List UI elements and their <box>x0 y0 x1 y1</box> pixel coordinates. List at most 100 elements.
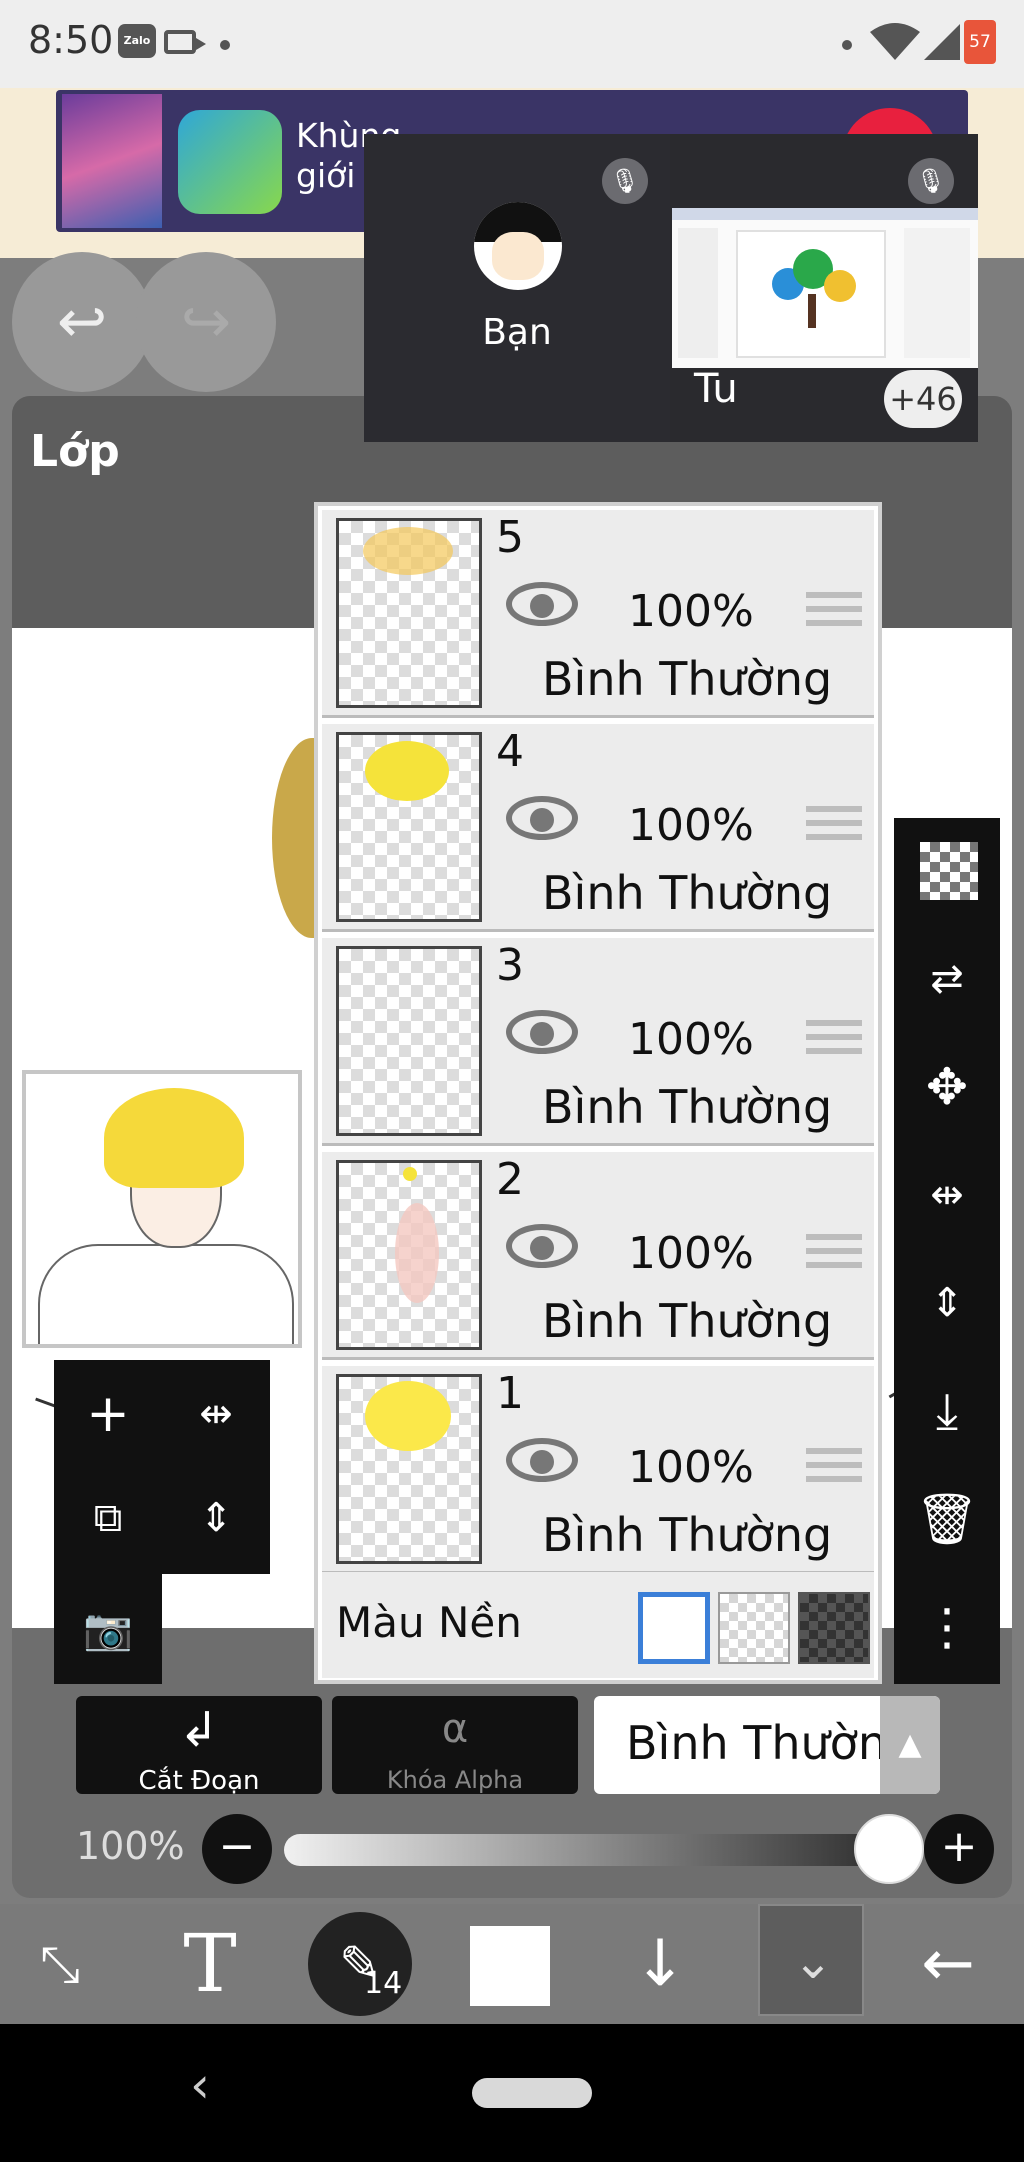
redo-button[interactable]: ↪ <box>136 252 276 392</box>
move-layer-button[interactable]: ✥ <box>894 1034 1000 1140</box>
clip-button[interactable]: ↲ Cắt Đoạn <box>76 1696 322 1796</box>
layer-opacity: 100% <box>628 1442 754 1493</box>
drag-handle-icon[interactable] <box>806 1448 862 1488</box>
camera-icon: 📷 <box>83 1607 133 1653</box>
transform-icon: ⤡ <box>40 1935 80 1993</box>
layer-thumbnail <box>336 946 482 1136</box>
nav-back-button[interactable]: ‹ <box>190 2056 210 2114</box>
layer-opacity: 100% <box>628 1014 754 1065</box>
color-picker-button[interactable] <box>470 1926 550 2006</box>
back-button[interactable]: ← <box>888 1904 1008 2024</box>
duplicate-layer-button[interactable]: ⧉ <box>58 1468 158 1568</box>
background-dark-swatch[interactable] <box>798 1592 870 1664</box>
arrow-down-icon: ↓ <box>633 1927 687 2001</box>
shared-screen-preview[interactable] <box>672 208 978 368</box>
delete-layer-button[interactable]: 🗑 <box>894 1466 1000 1572</box>
clip-arrow-icon: ↲ <box>178 1702 220 1758</box>
layer-row-2[interactable]: 2 100% Bình Thường <box>322 1152 874 1360</box>
checkerboard-icon <box>920 842 978 900</box>
undo-button[interactable]: ↩ <box>12 252 152 392</box>
flip-h-button[interactable]: ⇹ <box>894 1142 1000 1248</box>
merge-down-icon: ⤓ <box>935 1382 959 1440</box>
background-transparent-swatch[interactable] <box>718 1592 790 1664</box>
preview-hair <box>104 1088 244 1188</box>
layer-blend-mode: Bình Thường <box>542 1508 833 1562</box>
selection-transform-button[interactable]: ⤡ <box>0 1904 120 2024</box>
opacity-slider-knob[interactable] <box>854 1814 924 1884</box>
opacity-label: 100% <box>76 1824 185 1868</box>
plus-icon: + <box>86 1384 130 1444</box>
opacity-slider[interactable] <box>284 1834 924 1866</box>
blend-mode-select[interactable]: Bình Thường ▲ <box>594 1696 940 1794</box>
layer-number: 5 <box>496 512 524 563</box>
merge-down-button[interactable]: ⤓ <box>894 1358 1000 1464</box>
screen-side-panel <box>904 228 970 358</box>
alpha-lock-button[interactable]: α Khóa Alpha <box>332 1696 578 1794</box>
mic-muted-icon: 🎙 <box>908 158 954 204</box>
more-options-button[interactable]: ⋮ <box>894 1574 1000 1680</box>
layer-row-1[interactable]: 1 100% Bình Thường <box>322 1366 874 1574</box>
layer-row-5[interactable]: 5 100% Bình Thường <box>322 510 874 718</box>
visibility-eye-icon[interactable] <box>506 1224 578 1268</box>
layer-down-button[interactable]: ↓ <box>600 1904 720 2024</box>
canvas-preview <box>22 1070 302 1348</box>
flip-horizontal-icon: ⇹ <box>930 1172 964 1218</box>
drag-handle-icon[interactable] <box>806 1020 862 1060</box>
layers-panel-toggle[interactable]: ⌄ <box>758 1904 864 2016</box>
plus-icon: + <box>940 1821 978 1872</box>
screen-slide-list <box>678 228 718 358</box>
undo-icon: ↩ <box>56 287 108 357</box>
flip-horizontal-button[interactable]: ⇹ <box>166 1364 266 1464</box>
opacity-decrease-button[interactable]: − <box>202 1814 272 1884</box>
screen-ribbon <box>672 208 978 220</box>
lock-icon: α <box>441 1706 469 1752</box>
battery-level: 57 <box>969 32 991 52</box>
layer-list: 5 100% Bình Thường 4 100% Bình Thường 3 … <box>314 502 882 1684</box>
layer-row-3[interactable]: 3 100% Bình Thường <box>322 938 874 1146</box>
duplicate-icon: ⧉ <box>93 1495 123 1541</box>
layer-blend-mode: Bình Thường <box>542 1080 833 1134</box>
arrow-left-icon: ← <box>921 1927 975 2001</box>
avatar-face <box>492 232 544 280</box>
visibility-eye-icon[interactable] <box>506 796 578 840</box>
visibility-eye-icon[interactable] <box>506 1010 578 1054</box>
add-layer-button[interactable]: + <box>58 1364 158 1464</box>
visibility-eye-icon[interactable] <box>506 582 578 626</box>
video-call-icon <box>164 30 206 54</box>
video-call-overlay[interactable]: Bạn 🎙 🎙 Tu +46 <box>364 134 978 442</box>
redo-icon: ↪ <box>180 287 232 357</box>
layer-thumbnail <box>336 1160 482 1350</box>
clip-label: Cắt Đoạn <box>138 1766 260 1796</box>
camera-button[interactable]: 📷 <box>58 1580 158 1680</box>
nav-home-pill[interactable] <box>472 2078 592 2108</box>
flip-v-button[interactable]: ⇕ <box>894 1250 1000 1356</box>
flip-vertical-icon: ⇕ <box>930 1280 964 1326</box>
participant-count-badge[interactable]: +46 <box>884 370 962 428</box>
flip-vertical-button[interactable]: ⇕ <box>166 1468 266 1568</box>
swap-layer-button[interactable]: ⇄ <box>894 926 1000 1032</box>
layer-thumbnail <box>336 732 482 922</box>
flip-horizontal-icon: ⇹ <box>199 1391 233 1437</box>
layer-row-4[interactable]: 4 100% Bình Thường <box>322 724 874 932</box>
battery-icon: 57 <box>964 20 996 64</box>
visibility-eye-icon[interactable] <box>506 1438 578 1482</box>
double-chevron-down-icon: ⌄ <box>792 1934 834 1990</box>
avatar <box>474 202 562 290</box>
layer-number: 3 <box>496 940 524 991</box>
drag-handle-icon[interactable] <box>806 592 862 632</box>
zalo-notification-icon: Zalo <box>118 24 156 58</box>
move-icon: ✥ <box>926 1058 968 1116</box>
drag-handle-icon[interactable] <box>806 806 862 846</box>
layer-number: 4 <box>496 726 524 777</box>
text-tool-button[interactable]: T <box>150 1904 270 2024</box>
background-color-row: Màu Nền <box>322 1572 874 1678</box>
trash-icon: 🗑 <box>915 1490 979 1548</box>
transparency-button[interactable] <box>894 818 1000 924</box>
status-bar: 8:50 Zalo 57 <box>0 0 1024 88</box>
opacity-increase-button[interactable]: + <box>924 1814 994 1884</box>
text-icon: T <box>183 1917 237 2010</box>
drag-handle-icon[interactable] <box>806 1234 862 1274</box>
blend-mode-value: Bình Thường <box>626 1716 917 1770</box>
background-white-swatch[interactable] <box>638 1592 710 1664</box>
layer-opacity: 100% <box>628 800 754 851</box>
